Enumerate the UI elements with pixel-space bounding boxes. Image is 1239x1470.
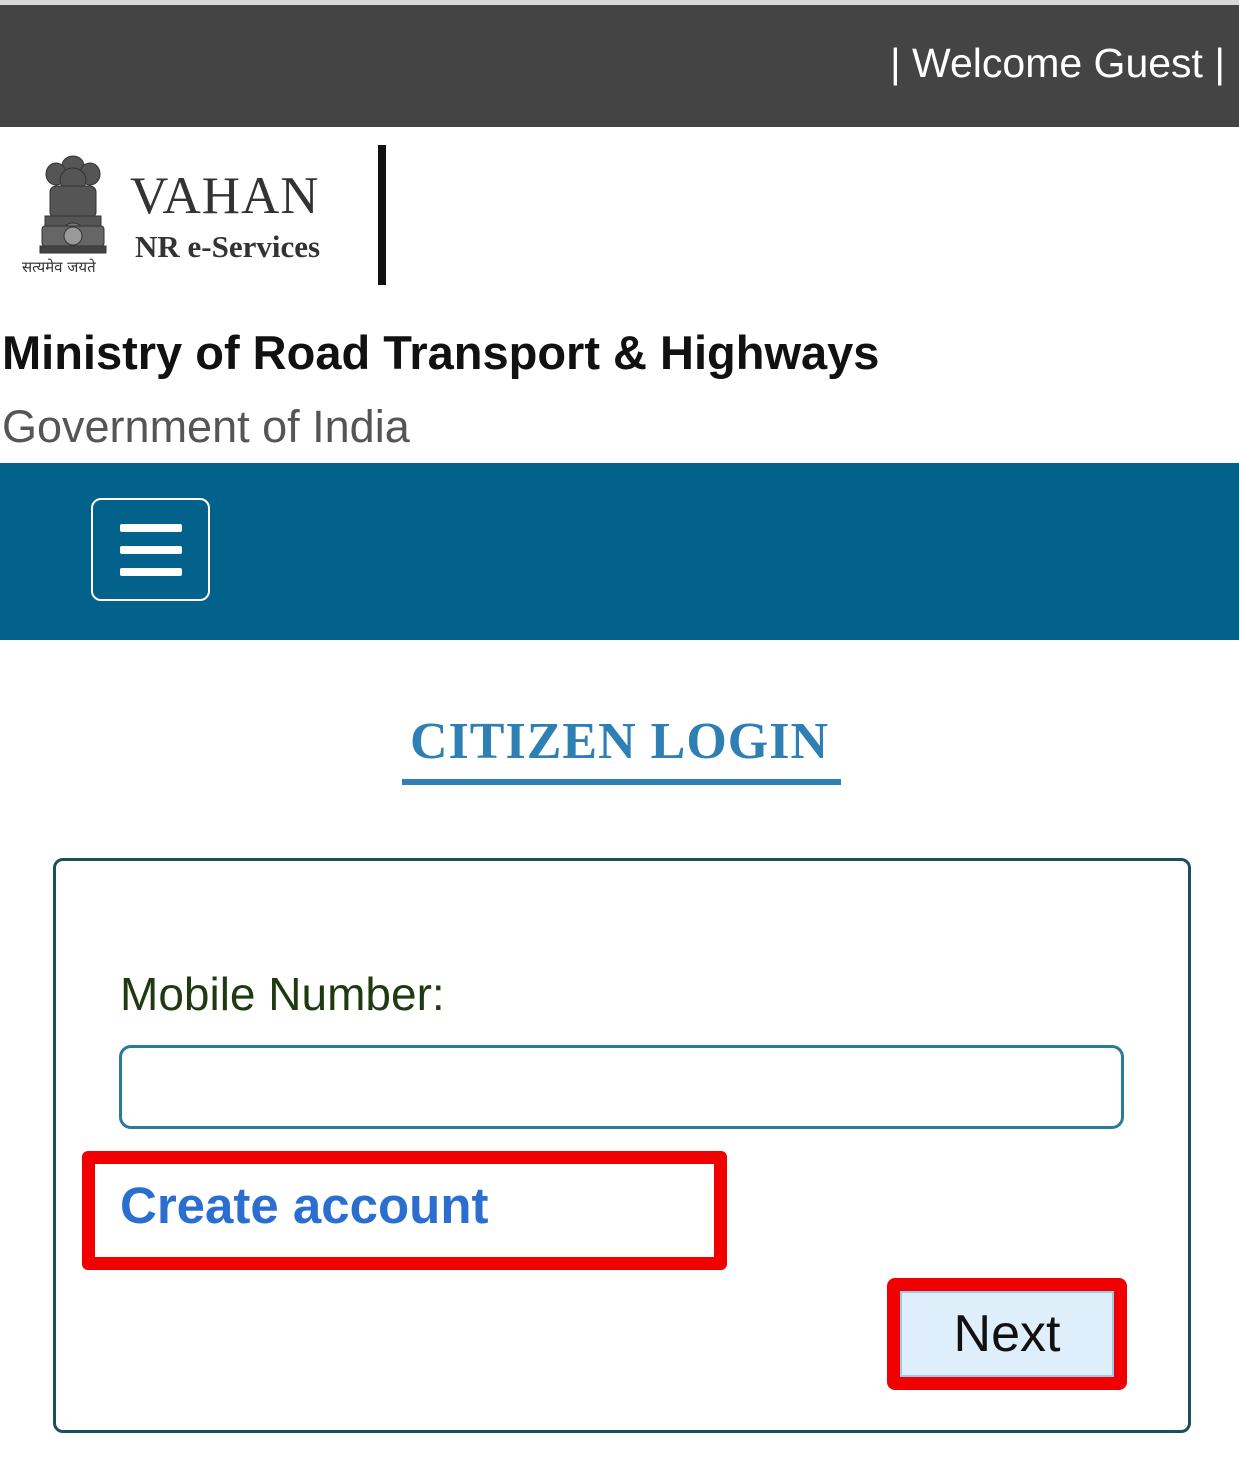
ministry-name: Ministry of Road Transport & Highways [2, 326, 880, 379]
site-subtitle: NR e-Services [135, 229, 321, 264]
hamburger-menu-button[interactable] [91, 498, 210, 601]
hamburger-menu-icon [119, 523, 182, 532]
emblem-motto: सत्यमेव जयते [22, 258, 96, 276]
page-title: CITIZEN LOGIN [410, 713, 829, 770]
national-emblem-icon: सत्यमेव जयते [22, 155, 107, 276]
title-underline [402, 779, 841, 785]
mobile-number-label: Mobile Number: [120, 968, 445, 1020]
next-button[interactable]: Next [900, 1291, 1114, 1377]
brand-divider [378, 145, 386, 285]
hamburger-menu-icon [119, 545, 182, 554]
government-name: Government of India [2, 401, 410, 452]
site-title: VAHAN [130, 167, 320, 225]
hamburger-menu-icon [119, 567, 182, 576]
welcome-guest-text: | Welcome Guest | [890, 40, 1225, 86]
top-bar: | Welcome Guest | [0, 5, 1239, 127]
create-account-link[interactable]: Create account [120, 1176, 488, 1236]
mobile-number-input[interactable] [119, 1045, 1124, 1129]
main-navbar [0, 463, 1239, 640]
